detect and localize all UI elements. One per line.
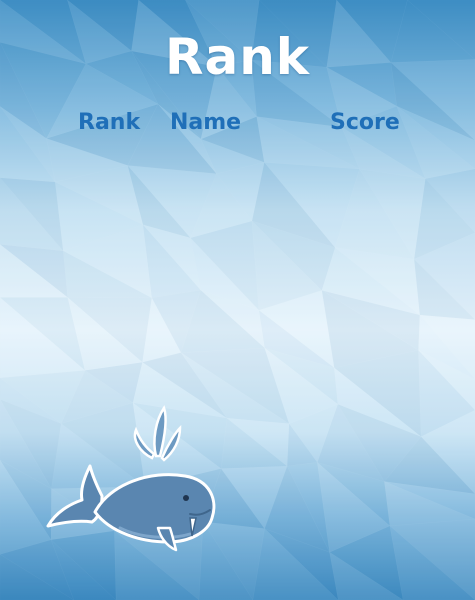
whale-tail (46, 464, 104, 528)
whale-eye (183, 495, 189, 501)
page-title: Rank (164, 28, 311, 86)
whale-icon (46, 405, 216, 552)
column-header-score: Score (330, 110, 400, 135)
column-header-name: Name (170, 110, 242, 135)
column-header-rank: Rank (78, 110, 141, 135)
whale-body (93, 473, 216, 544)
water-spout (133, 405, 182, 462)
